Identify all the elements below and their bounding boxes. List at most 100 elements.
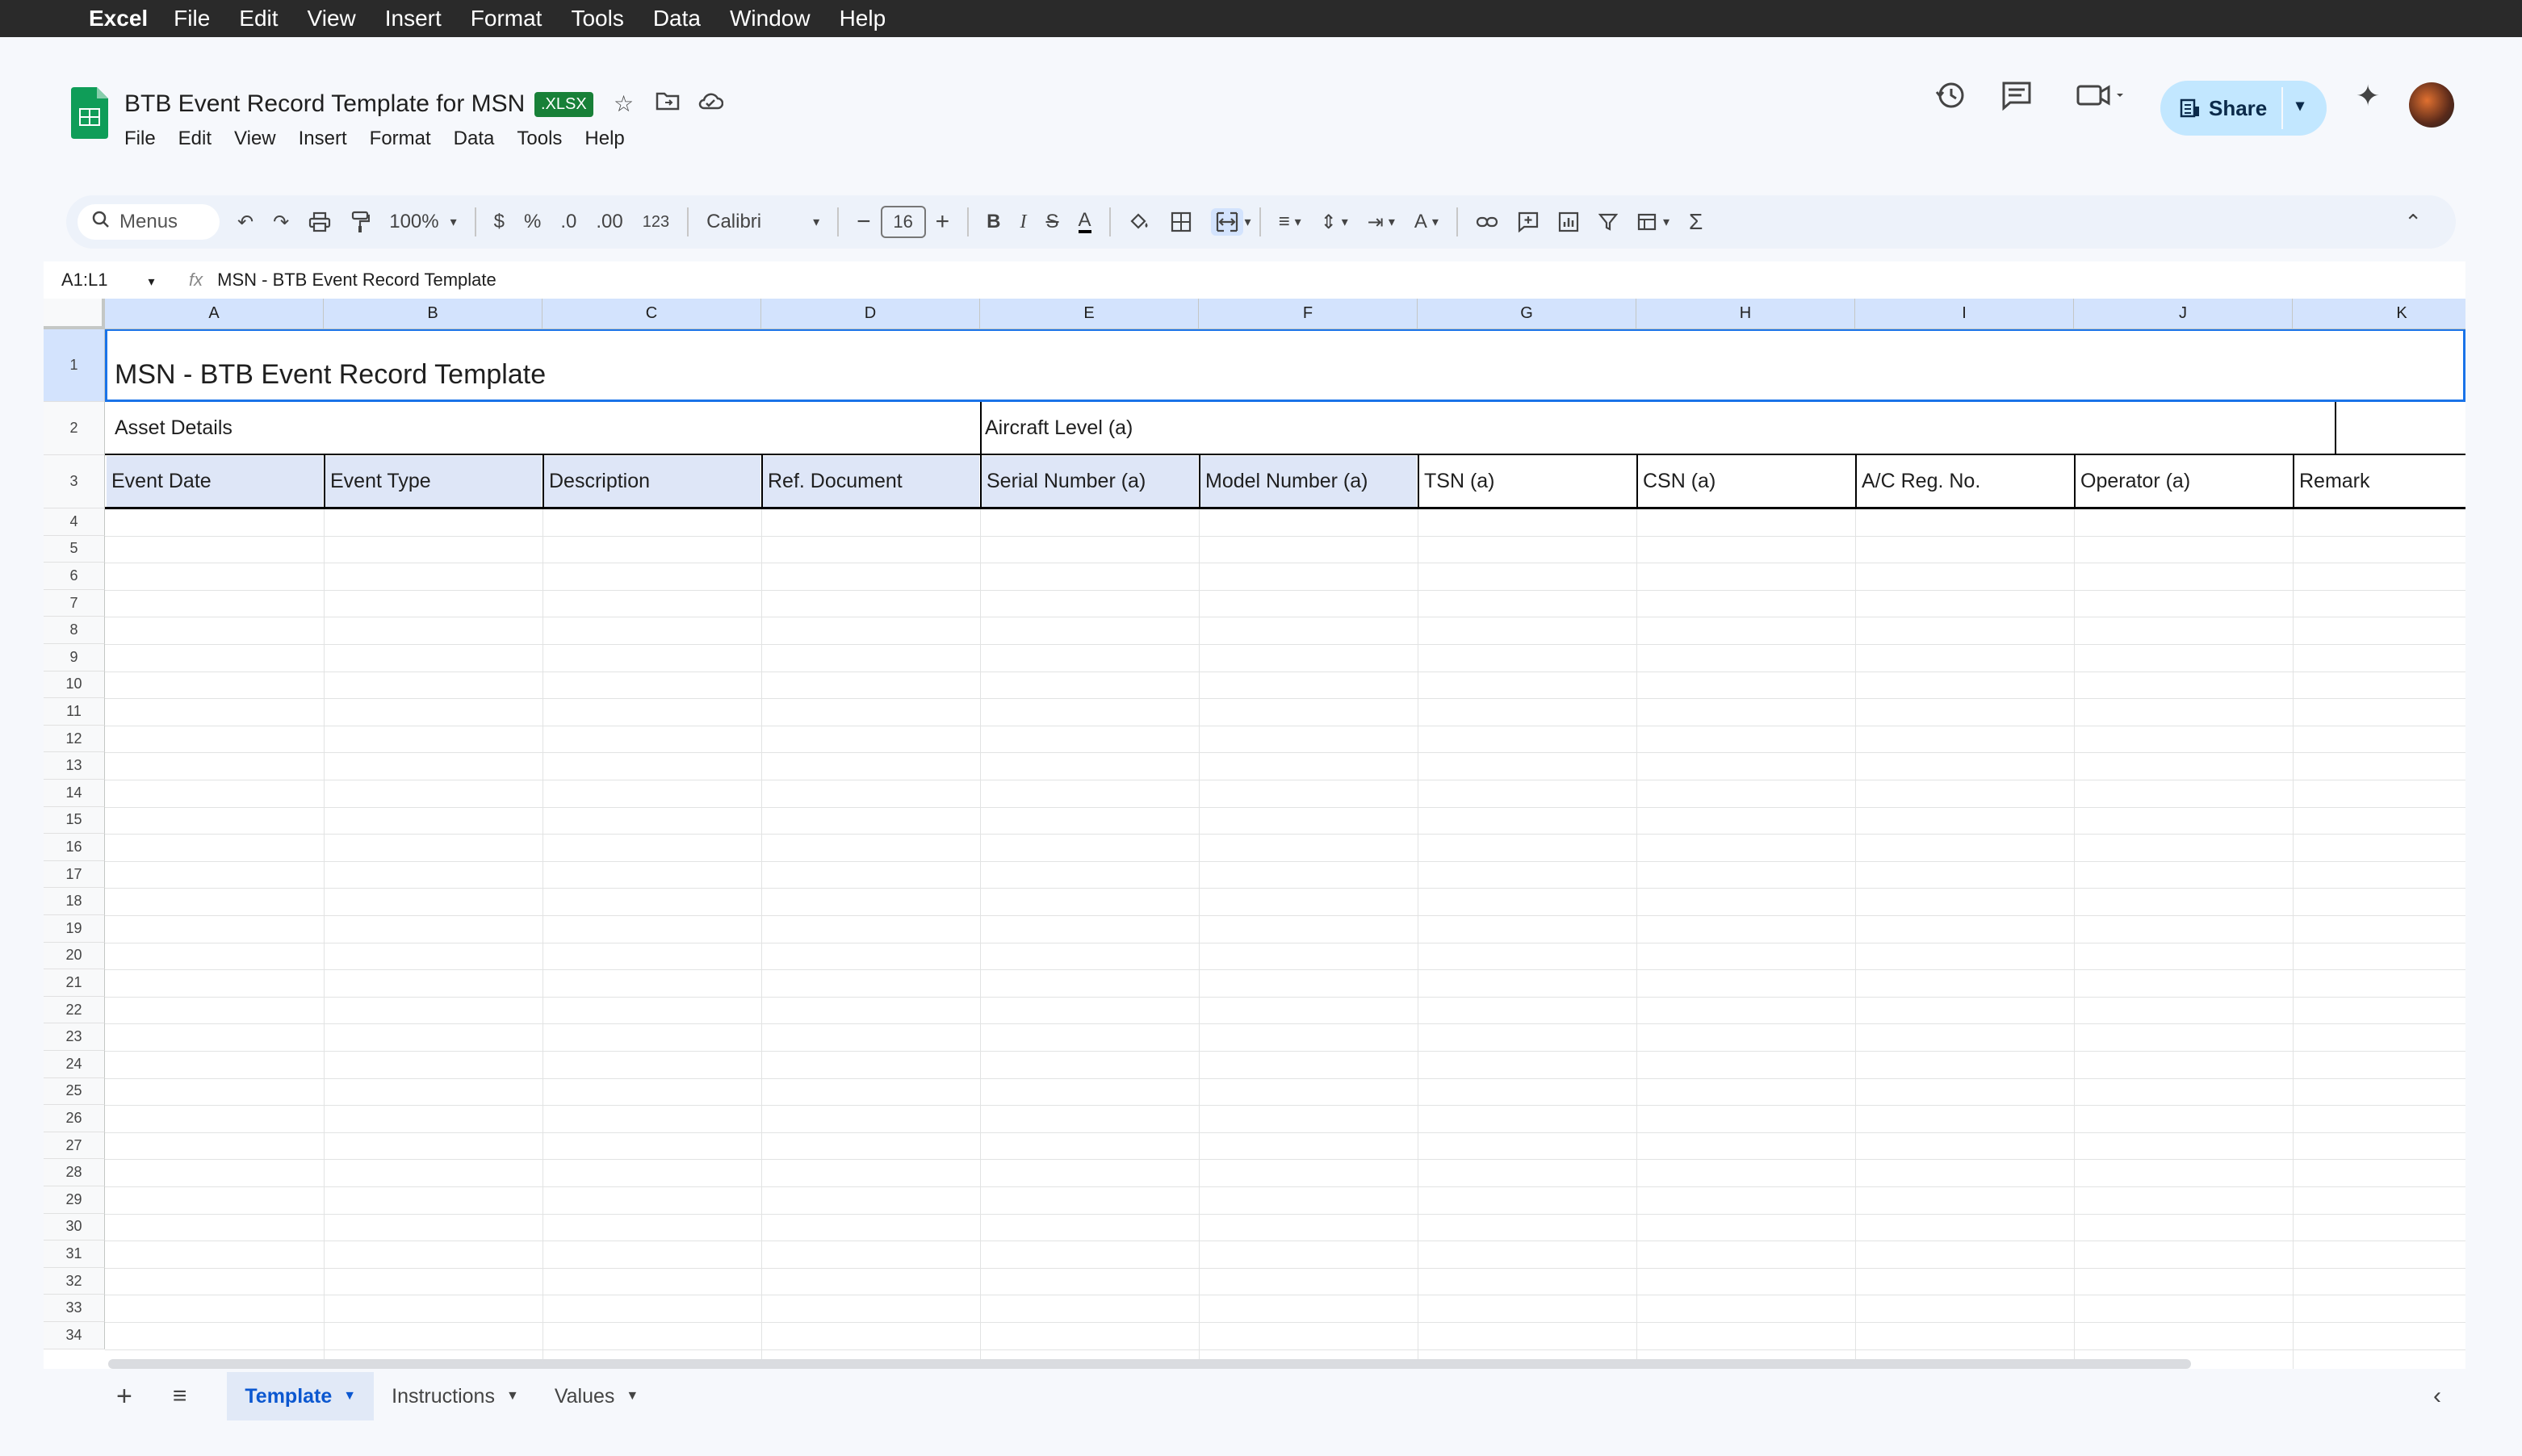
column-header[interactable]: D: [761, 299, 980, 329]
menu-tools[interactable]: Tools: [517, 128, 562, 150]
column-header[interactable]: C: [543, 299, 761, 329]
column-label-cell[interactable]: CSN (a): [1638, 456, 1854, 507]
insert-comment-icon[interactable]: [1518, 211, 1539, 232]
asset-details-cell[interactable]: Asset Details: [110, 402, 233, 454]
fill-color-icon[interactable]: [1129, 211, 1151, 232]
increase-decimal-button[interactable]: .00: [596, 211, 622, 233]
mac-menu-view[interactable]: View: [308, 6, 356, 31]
row-header[interactable]: 24: [44, 1051, 105, 1078]
row-header[interactable]: 22: [44, 996, 105, 1024]
column-label-cell[interactable]: Ref. Document: [763, 456, 979, 507]
menu-format[interactable]: Format: [370, 128, 431, 150]
share-button[interactable]: Share ▾: [2160, 81, 2327, 136]
row-header[interactable]: 17: [44, 860, 105, 889]
strikethrough-icon[interactable]: S: [1046, 211, 1059, 233]
percent-format-button[interactable]: %: [524, 211, 541, 233]
redo-icon[interactable]: ↷: [273, 211, 289, 234]
row-header[interactable]: 13: [44, 752, 105, 780]
row-header[interactable]: 4: [44, 508, 105, 536]
row-header[interactable]: 28: [44, 1159, 105, 1186]
document-title[interactable]: BTB Event Record Template for MSN: [124, 90, 525, 118]
menu-edit[interactable]: Edit: [178, 128, 212, 150]
avatar[interactable]: [2409, 82, 2454, 128]
column-label-cell[interactable]: A/C Reg. No.: [1857, 456, 2073, 507]
column-header[interactable]: G: [1418, 299, 1636, 329]
mac-menu-window[interactable]: Window: [730, 6, 811, 31]
italic-icon[interactable]: I: [1020, 211, 1027, 233]
mac-menu-file[interactable]: File: [174, 6, 210, 31]
functions-icon[interactable]: Σ: [1689, 209, 1703, 235]
row-header[interactable]: 30: [44, 1213, 105, 1241]
print-icon[interactable]: [308, 211, 331, 232]
text-color-icon[interactable]: A: [1078, 211, 1091, 233]
star-icon[interactable]: ☆: [614, 90, 634, 117]
borders-icon[interactable]: [1171, 211, 1192, 232]
gemini-sparkle-icon[interactable]: ✦: [2356, 79, 2380, 113]
row-header[interactable]: 26: [44, 1105, 105, 1132]
horizontal-align-icon[interactable]: ≡ ▾: [1279, 211, 1301, 233]
font-select[interactable]: Calibri ▾: [706, 211, 819, 233]
row-header[interactable]: 12: [44, 725, 105, 753]
mac-menu-edit[interactable]: Edit: [239, 6, 278, 31]
mac-menu-data[interactable]: Data: [653, 6, 701, 31]
horizontal-scrollbar[interactable]: [108, 1359, 2191, 1369]
menu-data[interactable]: Data: [454, 128, 495, 150]
row-header[interactable]: 1: [44, 329, 105, 402]
meet-icon[interactable]: [2076, 79, 2125, 119]
column-header[interactable]: J: [2074, 299, 2293, 329]
row-header[interactable]: 21: [44, 969, 105, 997]
title-cell[interactable]: MSN - BTB Event Record Template: [110, 349, 546, 400]
decrease-decimal-button[interactable]: .0: [560, 211, 576, 233]
menu-view[interactable]: View: [234, 128, 276, 150]
row-header[interactable]: 8: [44, 617, 105, 644]
row-header[interactable]: 16: [44, 834, 105, 861]
column-header[interactable]: B: [324, 299, 543, 329]
bold-icon[interactable]: B: [987, 211, 1000, 233]
row-header[interactable]: 29: [44, 1186, 105, 1214]
mac-menu-help[interactable]: Help: [840, 6, 886, 31]
row-header[interactable]: 33: [44, 1295, 105, 1322]
column-header[interactable]: A: [105, 299, 324, 329]
column-header[interactable]: F: [1199, 299, 1418, 329]
share-dropdown-icon[interactable]: ▾: [2296, 95, 2304, 115]
name-box[interactable]: A1:L1 ▾: [44, 270, 165, 291]
column-label-cell[interactable]: Event Type: [325, 456, 542, 507]
mac-menu-tools[interactable]: Tools: [571, 6, 623, 31]
row-header[interactable]: 19: [44, 915, 105, 943]
vertical-align-icon[interactable]: ⇕ ▾: [1321, 211, 1348, 234]
row-header[interactable]: 32: [44, 1267, 105, 1295]
insert-chart-icon[interactable]: [1558, 211, 1579, 232]
row-header[interactable]: 2: [44, 402, 105, 455]
font-size-input[interactable]: 16: [880, 206, 926, 238]
row-header[interactable]: 10: [44, 671, 105, 699]
collapse-toolbar-icon[interactable]: ⌃: [2404, 210, 2422, 235]
filter-views-icon[interactable]: ▾: [1637, 211, 1669, 232]
menus-search[interactable]: Menus: [78, 204, 220, 240]
row-header[interactable]: 6: [44, 563, 105, 590]
text-wrap-icon[interactable]: ⇥ ▾: [1368, 211, 1395, 234]
select-all-corner[interactable]: [44, 299, 105, 329]
row-header[interactable]: 7: [44, 589, 105, 617]
spreadsheet-grid[interactable]: ABCDEFGHIJK 1 2 3 4 5 6 7 8 9 10 11 12 13 14 15 16 17 18 1…: [44, 299, 2465, 1369]
text-rotation-icon[interactable]: A ▾: [1414, 211, 1439, 233]
column-label-cell[interactable]: Description: [544, 456, 760, 507]
app-name[interactable]: Excel: [89, 6, 148, 31]
row-header[interactable]: 9: [44, 644, 105, 672]
column-header[interactable]: K: [2293, 299, 2465, 329]
formula-input[interactable]: MSN - BTB Event Record Template: [217, 270, 496, 291]
column-label-cell[interactable]: Event Date: [107, 456, 323, 507]
row-header[interactable]: 34: [44, 1322, 105, 1349]
all-sheets-icon[interactable]: ≡: [173, 1383, 187, 1410]
column-label-cell[interactable]: TSN (a): [1419, 456, 1636, 507]
menu-insert[interactable]: Insert: [299, 128, 347, 150]
cloud-status-icon[interactable]: [698, 90, 724, 117]
decrease-font-size-icon[interactable]: −: [857, 208, 871, 236]
mac-menu-insert[interactable]: Insert: [385, 6, 442, 31]
comments-icon[interactable]: [2000, 79, 2033, 119]
sheet-explorer-collapse-icon[interactable]: ‹: [2433, 1383, 2441, 1410]
row-header[interactable]: 18: [44, 888, 105, 915]
row-header[interactable]: 5: [44, 535, 105, 563]
column-header[interactable]: H: [1636, 299, 1855, 329]
merge-cells-icon[interactable]: [1210, 208, 1243, 236]
column-label-cell[interactable]: Serial Number (a): [982, 456, 1198, 507]
